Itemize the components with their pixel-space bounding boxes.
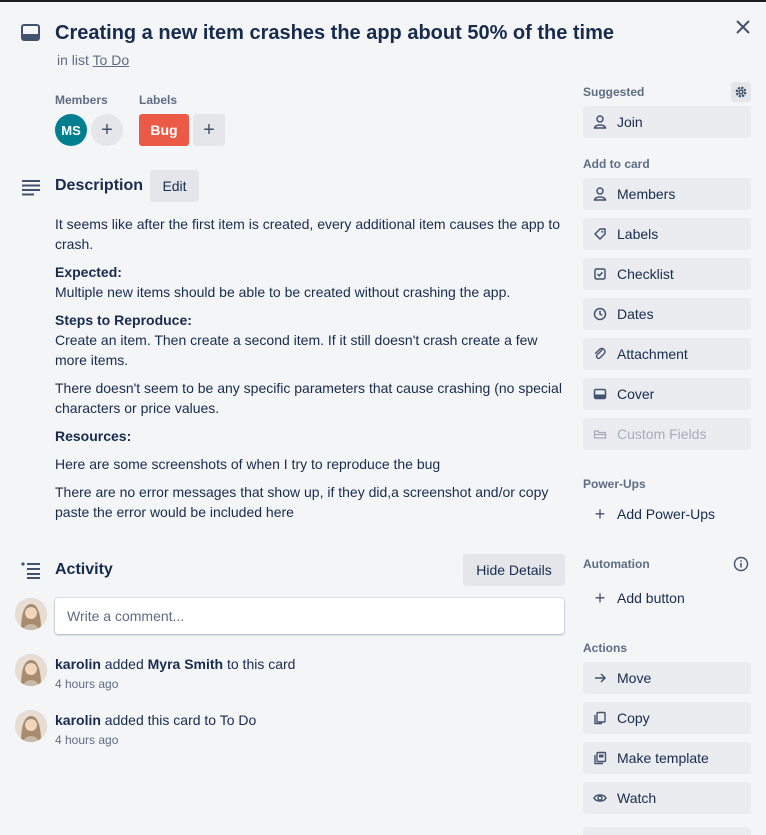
card-icon (20, 24, 42, 42)
expected-heading: Expected: (55, 264, 122, 280)
top-edge (0, 0, 766, 2)
close-icon (736, 20, 750, 34)
members-heading: Members (55, 93, 108, 107)
hide-details-button[interactable]: Hide Details (463, 554, 565, 586)
resources-heading: Resources: (55, 428, 132, 444)
cover-button-label: Cover (617, 386, 655, 402)
tag-icon (593, 227, 607, 241)
powerups-heading: Power-Ups (583, 477, 646, 491)
activity-target: Myra Smith (147, 656, 224, 672)
dates-button-label: Dates (617, 306, 654, 322)
activity-action: added this card to To Do (104, 712, 257, 728)
make-template-button-label: Make template (617, 750, 709, 766)
join-label: Join (617, 114, 643, 130)
members-button-label: Members (617, 186, 676, 202)
labels-button[interactable]: Labels (583, 218, 751, 250)
expected-text: Multiple new items should be able to be … (55, 284, 511, 300)
dates-button[interactable]: Dates (583, 298, 751, 330)
checklist-button[interactable]: Checklist (583, 258, 751, 290)
actions-heading: Actions (583, 641, 628, 655)
resources-text: Here are some screenshots of when I try … (55, 456, 441, 472)
add-button-label: Add button (617, 590, 685, 606)
move-button[interactable]: Move (583, 662, 751, 694)
make-template-button[interactable]: Make template (583, 742, 751, 774)
list-link[interactable]: To Do (93, 52, 130, 68)
automation-info-button[interactable] (732, 555, 750, 573)
description-body[interactable]: It seems like after the first item is cr… (55, 214, 570, 530)
cover-icon (593, 387, 607, 401)
watch-button-label: Watch (617, 790, 657, 806)
labels-heading: Labels (139, 93, 178, 107)
in-list-prefix: in list (57, 52, 89, 68)
info-icon (733, 556, 749, 572)
eye-icon (593, 791, 607, 805)
add-powerups-label: Add Power-Ups (617, 506, 716, 522)
copy-icon (593, 711, 607, 725)
activity-entry-1: karolin added Myra Smith to this card (55, 656, 295, 672)
activity-user[interactable]: karolin (55, 712, 101, 728)
members-button[interactable]: Members (583, 178, 751, 210)
add-member-button[interactable]: + (91, 114, 123, 146)
watch-button[interactable]: Watch (583, 782, 751, 814)
current-user-avatar[interactable] (15, 598, 47, 630)
activity-title: Activity (55, 561, 113, 578)
activity-action: added (104, 656, 144, 672)
add-to-card-heading: Add to card (583, 157, 650, 171)
suggested-settings-button[interactable] (731, 82, 751, 102)
activity-time-2[interactable]: 4 hours ago (55, 733, 118, 747)
description-icon (20, 178, 42, 196)
plus-icon: + (594, 587, 606, 608)
close-button[interactable] (732, 16, 754, 38)
add-label-button[interactable]: + (193, 114, 225, 146)
custom-fields-button[interactable]: Custom Fields (583, 418, 751, 450)
activity-time-1[interactable]: 4 hours ago (55, 677, 118, 691)
gear-icon (735, 86, 747, 98)
activity-user[interactable]: karolin (55, 656, 101, 672)
person-icon (593, 187, 607, 201)
steps-heading: Steps to Reproduce: (55, 312, 192, 328)
member-avatar[interactable]: MS (55, 114, 87, 146)
cover-button[interactable]: Cover (583, 378, 751, 410)
add-button-button[interactable]: + Add button (583, 582, 751, 614)
activity-icon (20, 561, 42, 579)
add-powerups-button[interactable]: + Add Power-Ups (583, 498, 751, 530)
comment-input[interactable]: Write a comment... (55, 598, 564, 634)
description-title: Description (55, 177, 144, 194)
arrow-right-icon (593, 671, 607, 685)
move-button-label: Move (617, 670, 652, 686)
paperclip-icon (593, 347, 607, 361)
attachment-button-label: Attachment (617, 346, 688, 362)
automation-heading: Automation (583, 557, 650, 571)
template-icon (593, 751, 607, 765)
edit-description-button[interactable]: Edit (150, 170, 199, 202)
activity-suffix: to this card (226, 656, 296, 672)
activity-avatar[interactable] (15, 654, 47, 686)
description-intro: It seems like after the first item is cr… (55, 216, 561, 252)
in-list-text: in list To Do (57, 52, 129, 68)
attachment-button[interactable]: Attachment (583, 338, 751, 370)
label-bug[interactable]: Bug (139, 114, 189, 146)
copy-button[interactable]: Copy (583, 702, 751, 734)
checklist-button-label: Checklist (617, 266, 674, 282)
person-icon (593, 115, 607, 129)
checklist-icon (593, 267, 607, 281)
labels-button-label: Labels (617, 226, 659, 242)
params-text: There doesn't seem to be any specific pa… (55, 380, 562, 416)
join-button[interactable]: Join (583, 106, 751, 138)
copy-button-label: Copy (617, 710, 650, 726)
card-title[interactable]: Creating a new item crashes the app abou… (55, 22, 614, 45)
activity-avatar[interactable] (15, 710, 47, 742)
errors-text: There are no error messages that show up… (55, 484, 549, 520)
plus-icon: + (594, 503, 606, 524)
next-action-button-partial[interactable] (583, 827, 751, 835)
suggested-heading: Suggested (583, 85, 645, 99)
custom-fields-icon (593, 427, 607, 441)
clock-icon (593, 307, 607, 321)
activity-entry-2: karolin added this card to To Do (55, 712, 256, 728)
steps-text: Create an item. Then create a second ite… (55, 332, 538, 368)
custom-fields-button-label: Custom Fields (617, 426, 707, 442)
